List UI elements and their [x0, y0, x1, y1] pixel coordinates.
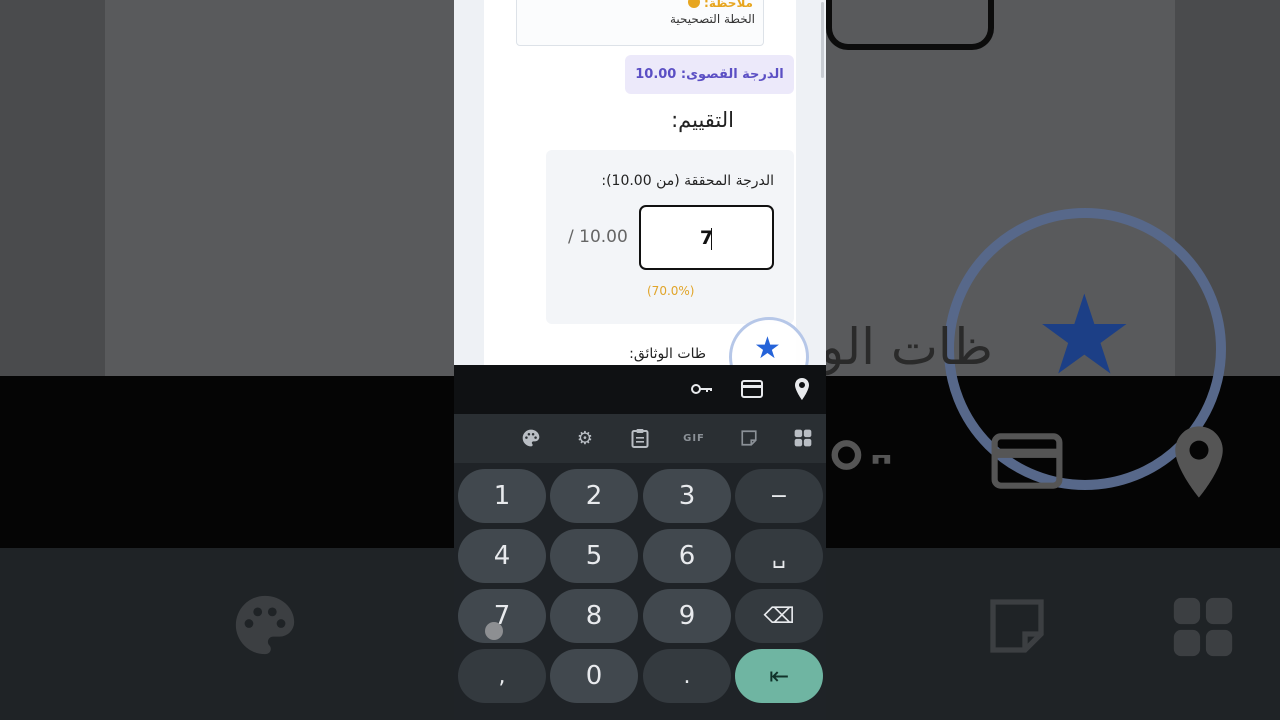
screen: ★ ظات الو ملاحظة: الخطة التصحيحية الدرجة… — [0, 0, 1280, 720]
grade-input[interactable] — [639, 205, 774, 270]
key-0[interactable]: 0 — [550, 649, 638, 703]
key-9[interactable]: 9 — [643, 589, 731, 643]
background-star-icon: ★ — [1035, 271, 1134, 399]
note-box: ملاحظة: الخطة التصحيحية — [516, 0, 764, 46]
autofill-bar — [454, 365, 826, 414]
gear-icon[interactable]: ⚙ — [573, 426, 597, 450]
key-6[interactable]: 6 — [643, 529, 731, 583]
key-5[interactable]: 5 — [550, 529, 638, 583]
grade-out-of: / 10.00 — [568, 227, 628, 247]
info-icon — [687, 0, 700, 8]
section-title: التقييم: — [671, 108, 734, 132]
web-page[interactable]: ملاحظة: الخطة التصحيحية الدرجة القصوى: 1… — [454, 0, 826, 365]
background-text: ظات الو — [820, 318, 993, 376]
background-location-pin-icon — [1170, 424, 1228, 511]
grade-percent: (70.0%) — [647, 284, 695, 298]
text-caret — [711, 228, 712, 250]
grade-label: الدرجة المحققة (من 10.00): — [601, 173, 774, 189]
key-comma[interactable]: , — [458, 649, 546, 703]
background-credit-card-icon — [990, 430, 1064, 503]
page-scrollbar[interactable] — [821, 2, 824, 78]
background-grid-icon — [1168, 592, 1238, 673]
documents-notes-label: ظات الوثائق: — [629, 346, 706, 362]
background-key-icon — [826, 420, 896, 501]
grid-icon[interactable] — [791, 426, 815, 450]
background-frame — [826, 0, 994, 50]
note-body: الخطة التصحيحية — [669, 12, 755, 26]
palette-icon[interactable] — [519, 426, 543, 450]
key-1[interactable]: 1 — [458, 469, 546, 523]
key-backspace[interactable]: ⌫ — [735, 589, 823, 643]
background-palette-icon — [230, 590, 300, 671]
gif-icon[interactable]: GIF — [682, 426, 706, 450]
location-pin-icon[interactable] — [789, 377, 815, 401]
sticker-icon[interactable] — [737, 426, 761, 450]
key-4[interactable]: 4 — [458, 529, 546, 583]
key-space[interactable]: ␣ — [735, 529, 823, 583]
touch-indicator — [485, 622, 503, 640]
key-minus[interactable]: − — [735, 469, 823, 523]
key-2[interactable]: 2 — [550, 469, 638, 523]
key-icon[interactable] — [689, 377, 715, 401]
grade-panel: الدرجة المحققة (من 10.00): / 10.00 (70.0… — [546, 150, 794, 324]
content-card: ملاحظة: الخطة التصحيحية الدرجة القصوى: 1… — [484, 0, 796, 365]
key-period[interactable]: . — [643, 649, 731, 703]
key-enter[interactable]: ⇤ — [735, 649, 823, 703]
keyboard-toolbar: ⚙ GIF — [454, 414, 826, 463]
phone-screen: ملاحظة: الخطة التصحيحية الدرجة القصوى: 1… — [454, 0, 826, 720]
key-3[interactable]: 3 — [643, 469, 731, 523]
clipboard-icon[interactable] — [628, 426, 652, 450]
key-8[interactable]: 8 — [550, 589, 638, 643]
max-grade-badge: الدرجة القصوى: 10.00 — [625, 55, 794, 94]
note-heading: ملاحظة: — [687, 0, 753, 10]
credit-card-icon[interactable] — [739, 377, 765, 401]
background-sticker-icon — [985, 594, 1049, 669]
star-icon: ★ — [754, 331, 781, 365]
numeric-keyboard: ⚙ GIF 1 2 3 − 4 5 6 ␣ 7 8 9 ⌫ , 0 . ⇤ — [454, 365, 826, 720]
